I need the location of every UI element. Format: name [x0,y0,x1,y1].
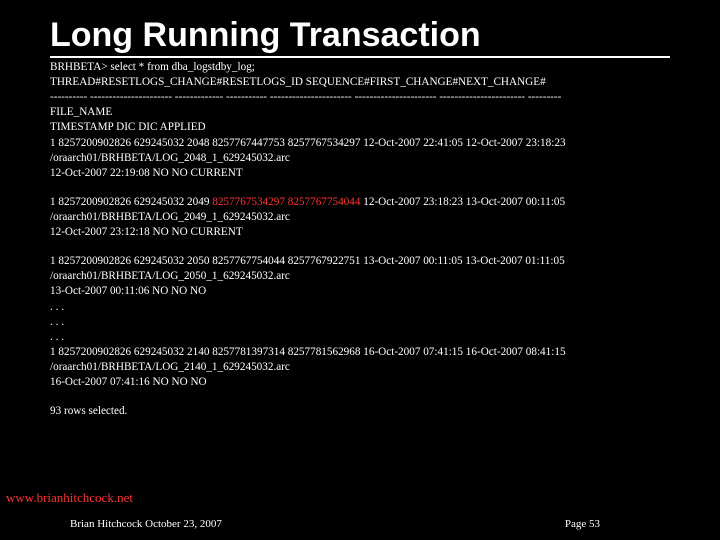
text-line: /oraarch01/BRHBETA/LOG_2048_1_629245032.… [50,151,670,166]
text-line: 16-Oct-2007 07:41:16 NO NO NO [50,375,670,390]
text-line: 1 8257200902826 629245032 2050 825776775… [50,254,670,269]
text-line: 1 8257200902826 629245032 2048 825776744… [50,136,670,151]
text-line: TIMESTAMP DIC DIC APPLIED [50,120,670,135]
text-line: /oraarch01/BRHBETA/LOG_2050_1_629245032.… [50,269,670,284]
footer-page-number: Page 53 [565,518,600,530]
text-line: . . . [50,315,670,330]
query-block-1: BRHBETA> select * from dba_logstdby_log;… [50,60,670,181]
text-line: BRHBETA> select * from dba_logstdby_log; [50,60,670,75]
text-line: 12-Oct-2007 22:19:08 NO NO CURRENT [50,166,670,181]
footer: Brian Hitchcock October 23, 2007 Page 53 [0,518,720,530]
text-line: FILE_NAME [50,105,670,120]
text-line: . . . [50,330,670,345]
query-block-2: 1 8257200902826 629245032 2049 825776753… [50,195,670,240]
text-line: 13-Oct-2007 00:11:06 NO NO NO [50,284,670,299]
text-line: THREAD#RESETLOGS_CHANGE#RESETLOGS_ID SEQ… [50,75,670,90]
footer-author-date: Brian Hitchcock October 23, 2007 [70,518,222,530]
site-url: www.brianhitchcock.net [6,490,133,506]
text-line: 1 8257200902826 629245032 2049 825776753… [50,195,670,210]
rows-selected: 93 rows selected. [50,404,670,419]
page-title: Long Running Transaction [50,16,670,58]
text-line: . . . [50,300,670,315]
text-line: /oraarch01/BRHBETA/LOG_2140_1_629245032.… [50,360,670,375]
query-block-3: 1 8257200902826 629245032 2050 825776775… [50,254,670,390]
content-area: BRHBETA> select * from dba_logstdby_log;… [50,60,670,419]
highlight-text: 8257767534297 8257767754044 [212,196,360,208]
text-line: 12-Oct-2007 23:12:18 NO NO CURRENT [50,225,670,240]
text-line: ---------- ---------------------- ------… [50,90,670,105]
text-line: 1 8257200902826 629245032 2140 825778139… [50,345,670,360]
text-line: /oraarch01/BRHBETA/LOG_2049_1_629245032.… [50,210,670,225]
